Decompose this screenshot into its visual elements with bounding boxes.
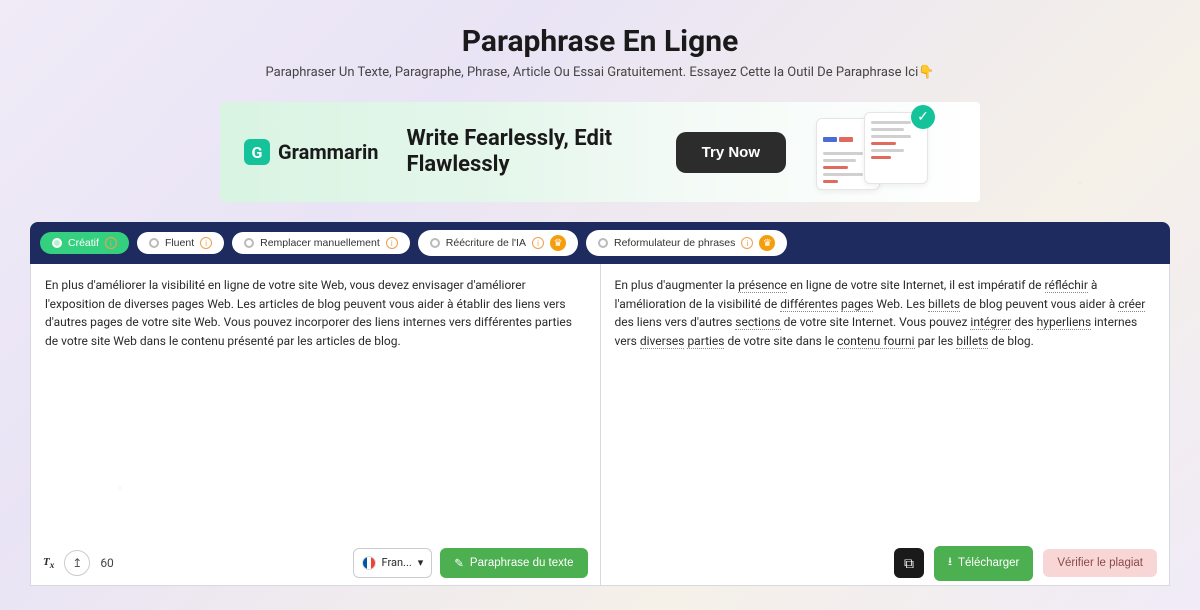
synonym-word[interactable]: intégrer [970, 315, 1011, 330]
pen-icon: ✎ [454, 556, 464, 570]
output-segment: de votre site Internet. Vous pouvez [781, 315, 971, 329]
info-icon: i [532, 237, 544, 249]
output-segment: des [1011, 315, 1036, 329]
synonym-word[interactable]: contenu fourni [837, 334, 915, 349]
ad-banner[interactable]: G Grammarin Write Fearlessly, Edit Flawl… [220, 102, 980, 202]
output-segment: par les [915, 334, 957, 348]
ad-logo-icon: G [244, 139, 270, 165]
flag-fr-icon [362, 556, 376, 570]
synonym-word[interactable]: diverses [640, 334, 685, 349]
info-icon: i [386, 237, 398, 249]
input-panel: En plus d'améliorer la visibilité en lig… [31, 264, 601, 585]
output-panel: En plus d'augmenter la présence en ligne… [601, 264, 1170, 585]
tab-label: Créatif [68, 237, 99, 249]
page-title: Paraphrase En Ligne [0, 24, 1200, 59]
page-subtitle: Paraphraser Un Texte, Paragraphe, Phrase… [0, 65, 1200, 80]
pro-badge-icon: ♛ [759, 235, 775, 251]
synonym-word[interactable]: sections [735, 315, 780, 330]
radio-icon [598, 238, 608, 248]
ad-logo-text: Grammarin [278, 140, 379, 164]
tab-label: Reformulateur de phrases [614, 237, 735, 249]
radio-icon [149, 238, 159, 248]
language-select[interactable]: Fran... ▾ [353, 548, 433, 577]
upload-icon: ↥ [72, 556, 82, 570]
pointer-down-icon: 👇 [918, 65, 934, 80]
tab-remplacer-manuellement[interactable]: Remplacer manuellement i [232, 232, 410, 254]
info-icon: i [200, 237, 212, 249]
download-icon: ⭳ [948, 554, 952, 573]
synonym-word[interactable]: billets [928, 297, 960, 312]
synonym-word[interactable]: parties [687, 334, 724, 349]
tab-label: Réécriture de l'IA [446, 237, 526, 249]
synonym-word[interactable]: pages [841, 297, 874, 312]
synonym-word[interactable]: présence [738, 278, 787, 293]
tab-fluent[interactable]: Fluenti [137, 232, 224, 254]
info-icon: i [105, 237, 117, 249]
synonym-word[interactable]: créer [1118, 297, 1145, 312]
synonym-word[interactable]: différentes [780, 297, 838, 312]
output-segment: de blog peuvent vous aider à [960, 297, 1118, 311]
synonym-word[interactable]: réfléchir [1045, 278, 1088, 293]
copy-button[interactable]: ⧉ [894, 548, 924, 578]
output-text[interactable]: En plus d'augmenter la présence en ligne… [615, 276, 1156, 350]
output-segment: En plus d'augmenter la [615, 278, 739, 292]
radio-icon [52, 238, 62, 248]
ad-cta-button[interactable]: Try Now [676, 132, 786, 173]
tab-reformulateur-de-phrases[interactable]: Reformulateur de phrases i ♛ [586, 230, 787, 256]
ad-headline: Write Fearlessly, Edit Flawlessly [407, 126, 676, 179]
synonym-word[interactable]: billets [956, 334, 988, 349]
output-segment: Web. Les [873, 297, 928, 311]
text-format-icon[interactable]: Tx [43, 554, 54, 572]
tab-r-criture-de-l-ia[interactable]: Réécriture de l'IA i ♛ [418, 230, 578, 256]
chevron-down-icon: ▾ [418, 554, 424, 571]
output-segment: de votre site dans le [724, 334, 837, 348]
check-icon: ✓ [911, 105, 935, 129]
tab-label: Fluent [165, 237, 194, 249]
upload-button[interactable]: ↥ [64, 550, 90, 576]
radio-icon [430, 238, 440, 248]
synonym-word[interactable]: hyperliens [1037, 315, 1091, 330]
info-icon: i [741, 237, 753, 249]
download-button[interactable]: ⭳ Télécharger [934, 546, 1033, 581]
input-text[interactable]: En plus d'améliorer la visibilité en lig… [45, 276, 586, 350]
radio-icon [244, 238, 254, 248]
output-segment: des liens vers d'autres [615, 315, 736, 329]
tab-cr-atif[interactable]: Créatif i [40, 232, 129, 254]
tab-label: Remplacer manuellement [260, 237, 380, 249]
ad-logo: G Grammarin [244, 139, 379, 165]
word-count: 60 [100, 554, 114, 573]
paraphrase-button[interactable]: ✎ Paraphrase du texte [440, 548, 587, 578]
copy-icon: ⧉ [904, 555, 914, 572]
language-label: Fran... [382, 554, 412, 571]
plagiarism-button[interactable]: Vérifier le plagiat [1043, 549, 1157, 577]
pro-badge-icon: ♛ [550, 235, 566, 251]
output-segment: en ligne de votre site Internet, il est … [787, 278, 1045, 292]
mode-tabs: CréatifiFluentiRemplacer manuellementiRé… [30, 222, 1170, 264]
ad-illustration: ✓ [816, 112, 956, 192]
output-segment: de blog. [988, 334, 1034, 348]
